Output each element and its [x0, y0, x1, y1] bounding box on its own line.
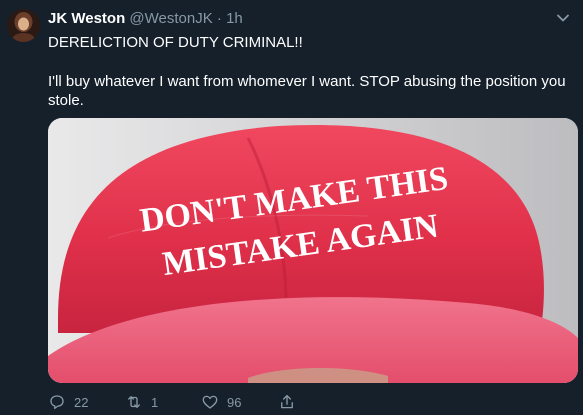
hat-photo: DON'T MAKE THIS MISTAKE AGAIN [48, 118, 578, 383]
like-button[interactable]: 96 [201, 392, 241, 412]
tweet-header: JK Weston @WestonJK · 1h [48, 10, 243, 28]
reply-button[interactable]: 22 [48, 392, 88, 412]
tweet-card[interactable]: JK Weston @WestonJK · 1h DERELICTION OF … [0, 0, 583, 415]
tweet-text: DERELICTION OF DUTY CRIMINAL!! I'll buy … [48, 33, 568, 130]
share-icon [281, 394, 293, 409]
reply-count: 22 [74, 394, 89, 410]
tweet-text-line: DERELICTION OF DUTY CRIMINAL!! [48, 34, 303, 51]
retweet-icon [128, 396, 140, 408]
like-count: 96 [227, 394, 242, 410]
share-button[interactable] [278, 392, 296, 412]
author-name[interactable]: JK Weston [48, 10, 125, 27]
author-handle[interactable]: @WestonJK [129, 10, 212, 27]
retweet-count: 1 [151, 394, 159, 410]
avatar-image [7, 9, 40, 42]
tweet-actions: 22 1 96 [48, 392, 578, 412]
tweet-time[interactable]: 1h [226, 10, 243, 27]
header-separator: · [216, 10, 222, 27]
tweet-media-image[interactable]: DON'T MAKE THIS MISTAKE AGAIN [48, 118, 578, 383]
reply-icon [50, 395, 64, 410]
retweet-button[interactable]: 1 [125, 392, 158, 412]
heart-icon [202, 395, 218, 409]
tweet-text-line: I'll buy whatever I want from whomever I… [48, 72, 566, 110]
avatar[interactable] [7, 9, 40, 42]
chevron-down-icon[interactable] [555, 10, 571, 26]
